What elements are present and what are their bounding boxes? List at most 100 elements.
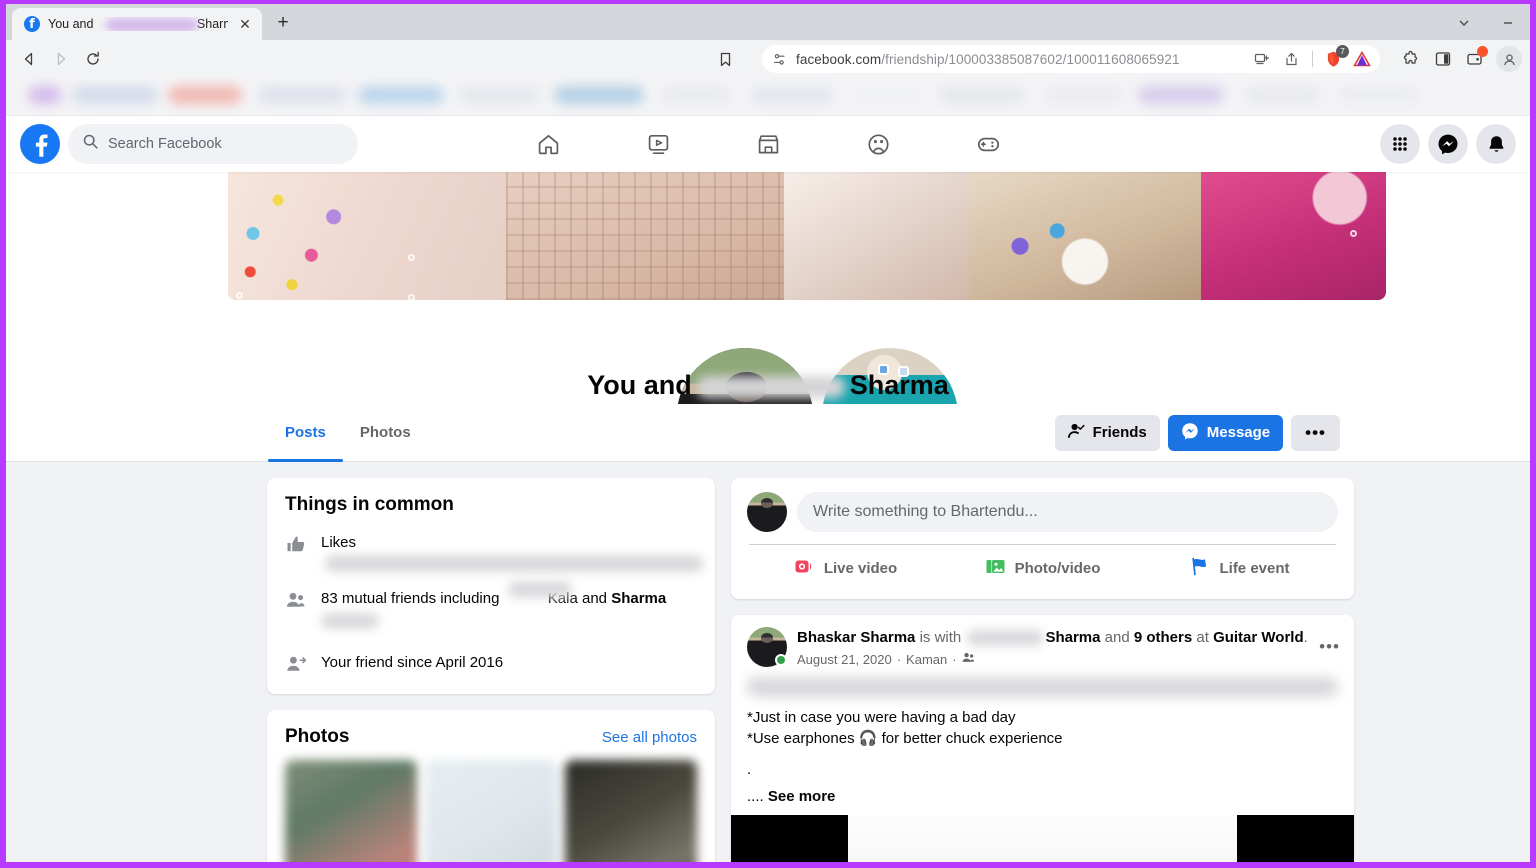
nav-home-icon[interactable] xyxy=(493,120,603,168)
see-more-prefix: .... xyxy=(747,788,764,805)
nav-groups-icon[interactable] xyxy=(823,120,933,168)
back-arrow-icon[interactable] xyxy=(14,44,44,74)
toolbar-divider xyxy=(1312,51,1313,67)
nav-gaming-icon[interactable] xyxy=(933,120,1043,168)
post-meta: Bhaskar Sharma is with Sharma and 9 othe… xyxy=(797,627,1338,667)
bookmark-icon[interactable] xyxy=(710,44,740,74)
composer-actions: Live video Photo/video Life event xyxy=(747,545,1338,591)
photos-card-header: Photos See all photos xyxy=(285,726,697,748)
messenger-icon[interactable] xyxy=(1428,124,1468,164)
live-video-icon xyxy=(794,556,815,581)
post-location[interactable]: Kaman xyxy=(906,652,947,667)
mutual-friends-conjunction: and xyxy=(582,590,608,607)
post-see-more[interactable]: .... See more xyxy=(747,788,1338,805)
composer-input[interactable]: Write something to Bhartendu... xyxy=(797,492,1338,532)
page-content: Things in common Likes 83 mutual friends… xyxy=(6,462,1530,862)
profile-avatar-icon[interactable] xyxy=(1496,46,1522,72)
add-friend-icon xyxy=(285,653,307,674)
post-text-line: . xyxy=(747,761,752,778)
message-button[interactable]: Message xyxy=(1167,414,1284,451)
post-at-text: at xyxy=(1196,629,1209,646)
post-blurred-line xyxy=(747,677,1338,697)
see-more-label[interactable]: See more xyxy=(768,788,836,805)
friends-button[interactable]: Friends xyxy=(1054,414,1160,451)
mutual-friends-count-text: 83 mutual friends including xyxy=(321,590,500,607)
shields-blocked-count: 7 xyxy=(1336,45,1349,58)
post-place[interactable]: Guitar World xyxy=(1213,629,1304,646)
photos-card: Photos See all photos xyxy=(267,710,715,862)
post-byline: Bhaskar Sharma is with Sharma and 9 othe… xyxy=(797,627,1308,648)
facebook-favicon-icon: f xyxy=(24,16,40,32)
post-timestamp-row: August 21, 2020 · Kaman · xyxy=(797,651,1308,667)
nav-marketplace-icon[interactable] xyxy=(713,120,823,168)
cover-photo-area xyxy=(6,172,1530,488)
more-options-button[interactable]: ••• xyxy=(1291,414,1340,451)
composer-top-row: Write something to Bhartendu... xyxy=(747,492,1338,532)
wallet-notification-dot xyxy=(1477,46,1488,57)
composer-user-avatar[interactable] xyxy=(747,492,787,532)
search-placeholder: Search Facebook xyxy=(108,136,222,152)
post-options-button[interactable]: ••• xyxy=(1319,637,1340,657)
cover-photo-2 xyxy=(505,172,784,300)
see-all-photos-link[interactable]: See all photos xyxy=(602,729,697,746)
brave-shields-icon[interactable]: 7 xyxy=(1322,45,1349,70)
grid-menu-icon[interactable] xyxy=(1380,124,1420,164)
site-settings-icon[interactable] xyxy=(772,52,787,67)
cast-icon[interactable] xyxy=(1249,47,1273,71)
browser-tab-strip: f You and Sharma | Fac ✕ + xyxy=(6,4,1530,40)
post-meta-sep: · xyxy=(896,651,902,667)
photo-video-label: Photo/video xyxy=(1014,559,1101,577)
address-bar-right-icons: 7 xyxy=(1249,45,1374,73)
thumbs-up-icon xyxy=(285,533,307,554)
live-video-label: Live video xyxy=(823,559,898,577)
photo-grid xyxy=(285,760,697,862)
things-in-common-title: Things in common xyxy=(285,494,454,515)
nav-watch-video-icon[interactable] xyxy=(603,120,713,168)
sidebar-panel-icon[interactable] xyxy=(1428,44,1458,74)
tab-photos[interactable]: Photos xyxy=(343,404,428,462)
facebook-header-right xyxy=(1380,124,1516,164)
window-minimize-icon[interactable] xyxy=(1486,6,1530,40)
address-bar[interactable]: facebook.com/friendship/100003385087602/… xyxy=(762,45,1380,73)
cover-photo-3 xyxy=(783,172,970,300)
two-column-layout: Things in common Likes 83 mutual friends… xyxy=(6,478,1530,862)
page-title-suffix: Sharma xyxy=(849,370,949,400)
tab-title: You and Sharma | Fac xyxy=(48,17,228,31)
photo-video-icon xyxy=(985,556,1006,581)
brave-wallet-icon[interactable] xyxy=(1460,44,1490,74)
tab-posts[interactable]: Posts xyxy=(268,404,343,462)
photo-video-button[interactable]: Photo/video xyxy=(944,545,1141,591)
extensions-puzzle-icon[interactable] xyxy=(1396,44,1426,74)
reload-icon[interactable] xyxy=(78,44,108,74)
cover-photo-1 xyxy=(228,172,506,300)
friends-audience-icon[interactable] xyxy=(962,651,975,667)
post-video-thumbnail[interactable] xyxy=(731,815,1354,862)
browser-tab[interactable]: f You and Sharma | Fac ✕ xyxy=(12,8,262,40)
page-title-prefix: You and xyxy=(587,370,692,400)
post-tagged-name[interactable]: Sharma xyxy=(1045,629,1100,646)
photo-thumbnail[interactable] xyxy=(565,760,697,862)
mutual-friend-blurred-name xyxy=(507,581,572,599)
photo-thumbnail[interactable] xyxy=(425,760,557,862)
cover-photo-collage[interactable] xyxy=(228,172,1386,300)
new-tab-button[interactable]: + xyxy=(268,8,298,38)
message-button-label: Message xyxy=(1206,424,1271,441)
friends-pair-icon xyxy=(285,589,307,610)
media-image xyxy=(848,815,1237,862)
live-video-button[interactable]: Live video xyxy=(747,545,944,591)
share-icon[interactable] xyxy=(1279,47,1303,71)
search-input[interactable]: Search Facebook xyxy=(68,124,358,164)
post-author-avatar-wrapper[interactable] xyxy=(747,627,787,667)
post-others-count[interactable]: 9 others xyxy=(1134,629,1192,646)
facebook-logo-icon[interactable] xyxy=(20,124,60,164)
bookmarks-bar[interactable] xyxy=(6,78,1530,116)
tab-search-chevron-down-icon[interactable] xyxy=(1442,6,1486,40)
photo-thumbnail[interactable] xyxy=(285,760,417,862)
tab-close-icon[interactable]: ✕ xyxy=(236,15,254,33)
post-date[interactable]: August 21, 2020 xyxy=(797,652,892,667)
brave-rewards-triangle-icon[interactable] xyxy=(1350,47,1374,71)
life-event-button[interactable]: Life event xyxy=(1141,545,1338,591)
bell-icon[interactable] xyxy=(1476,124,1516,164)
post-author-name[interactable]: Bhaskar Sharma xyxy=(797,629,915,646)
browser-toolbar: facebook.com/friendship/100003385087602/… xyxy=(6,40,1530,78)
